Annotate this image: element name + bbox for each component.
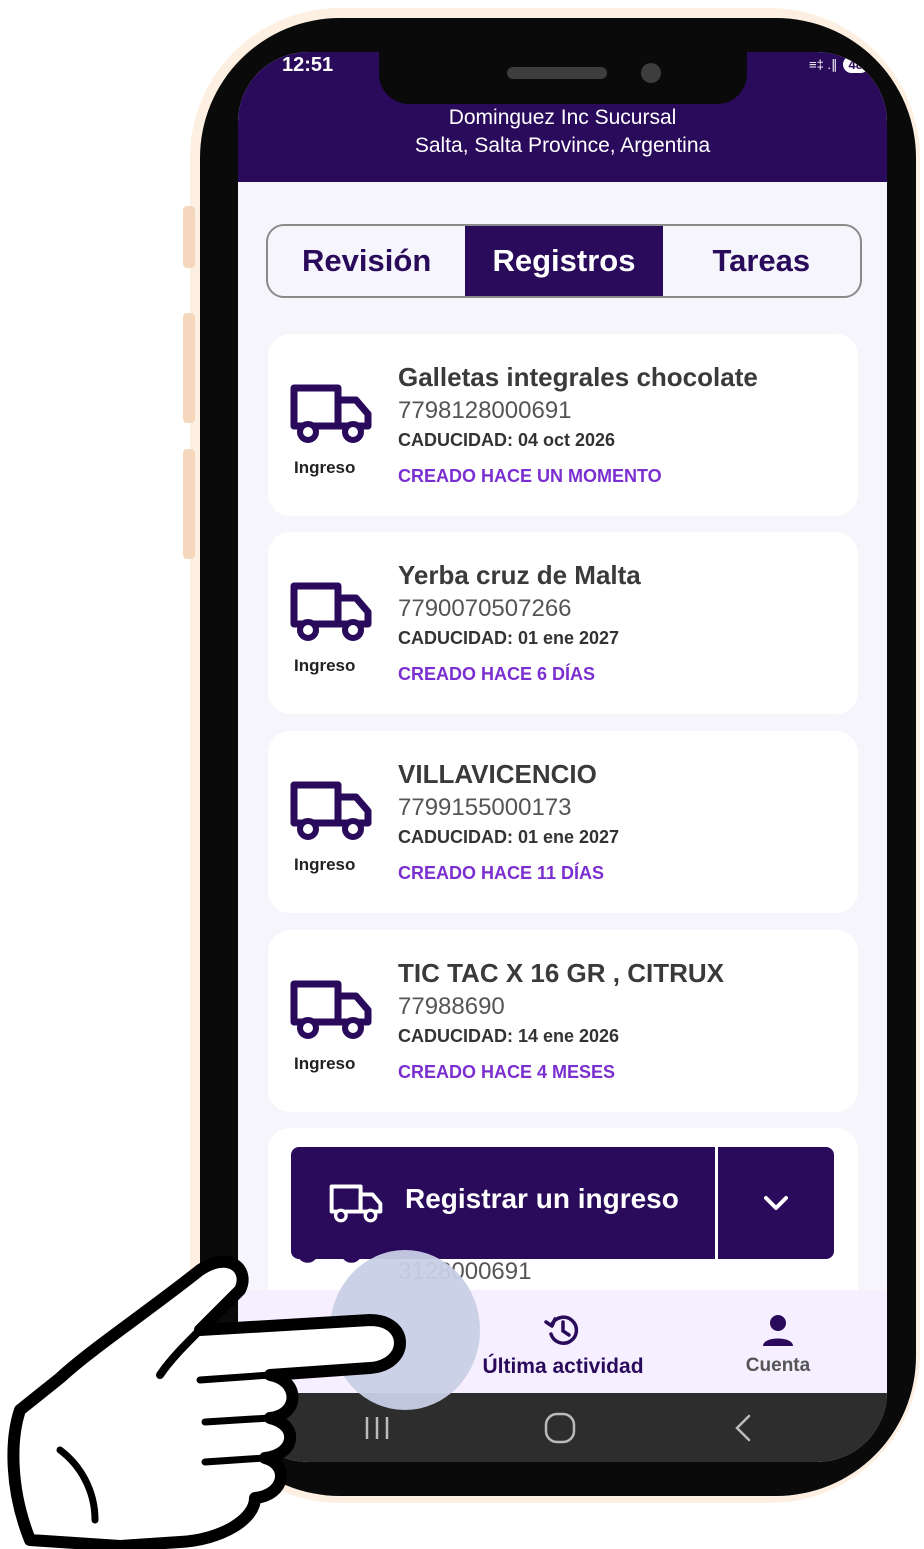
nav-cuenta[interactable]: Cuenta	[728, 1310, 828, 1377]
back-icon[interactable]	[732, 1413, 754, 1443]
record-type: Ingreso	[294, 1054, 356, 1073]
phone-side-button	[183, 313, 195, 423]
record-card[interactable]: Ingreso Galletas integrales chocolate 77…	[268, 334, 858, 516]
tab-revision[interactable]: Revisión	[268, 226, 465, 296]
store-location: Salta, Salta Province, Argentina	[414, 134, 711, 157]
register-options-dropdown[interactable]	[718, 1147, 834, 1259]
record-created: CREADO HACE 6 DÍAS	[398, 664, 596, 684]
home-icon[interactable]	[543, 1411, 577, 1445]
tab-tareas[interactable]: Tareas	[663, 226, 860, 296]
speaker-grille	[507, 67, 607, 79]
nav-label: Cuenta	[745, 1355, 811, 1376]
record-card[interactable]: Ingreso VILLAVICENCIO 7799155000173 CADU…	[268, 731, 858, 913]
record-type: Ingreso	[294, 855, 356, 874]
record-created: CREADO HACE 11 DÍAS	[398, 863, 605, 883]
record-name: Galletas integrales chocolate	[398, 362, 758, 392]
truck-icon	[290, 582, 372, 641]
nav-label: Última actividad	[482, 1355, 644, 1378]
pointing-hand-illustration	[7, 1255, 406, 1549]
record-created: CREADO HACE 4 MESES	[398, 1062, 616, 1082]
store-name: Dominguez Inc Sucursal	[448, 106, 677, 129]
system-status-icons: ≡‡ .∥ 48	[809, 56, 869, 73]
record-type: Ingreso	[294, 458, 356, 477]
record-name: VILLAVICENCIO	[398, 759, 597, 789]
app-header: 12:51 ≡‡ .∥ 48 Dominguez Inc Sucursal Sa…	[238, 52, 887, 182]
record-card[interactable]: Ingreso TIC TAC X 16 GR , CITRUX 7798869…	[268, 930, 858, 1112]
status-time: 12:51	[282, 54, 334, 76]
phone-side-button	[183, 449, 195, 559]
record-type: Ingreso	[294, 656, 356, 675]
record-barcode: 7799155000173	[398, 794, 572, 821]
chevron-down-icon	[764, 1196, 788, 1210]
record-expiry: CADUCIDAD: 01 ene 2027	[398, 628, 620, 648]
record-barcode: 7798128000691	[398, 397, 572, 424]
truck-icon	[290, 781, 372, 840]
person-icon	[763, 1315, 793, 1346]
register-entry-label: Registrar un ingreso	[405, 1183, 679, 1214]
truck-icon	[329, 1184, 383, 1223]
register-entry-split-button: Registrar un ingreso	[291, 1147, 834, 1259]
camera-notch	[379, 52, 747, 104]
record-card[interactable]: Ingreso Yerba cruz de Malta 779007050726…	[268, 532, 858, 714]
truck-icon	[290, 980, 372, 1039]
tab-registros[interactable]: Registros	[465, 226, 663, 296]
battery-icon: 48	[842, 56, 869, 73]
record-barcode: 7790070507266	[398, 595, 572, 622]
phone-side-button	[183, 206, 195, 268]
record-barcode: 77988690	[398, 993, 505, 1020]
truck-icon	[290, 384, 372, 443]
record-name: Yerba cruz de Malta	[398, 560, 641, 590]
segmented-tabs: Revisión Registros Tareas	[266, 224, 862, 298]
record-name: TIC TAC X 16 GR , CITRUX	[398, 958, 724, 988]
record-expiry: CADUCIDAD: 04 oct 2026	[398, 430, 616, 450]
record-created: CREADO HACE UN MOMENTO	[398, 466, 662, 486]
record-expiry: CADUCIDAD: 01 ene 2027	[398, 827, 620, 847]
front-camera	[641, 63, 661, 83]
signal-icon: ≡‡ .∥	[808, 56, 838, 72]
record-expiry: CADUCIDAD: 14 ene 2026	[398, 1026, 620, 1046]
nav-ultima-actividad[interactable]: Última actividad	[458, 1310, 668, 1379]
history-icon	[544, 1315, 579, 1345]
register-entry-button[interactable]: Registrar un ingreso	[291, 1147, 715, 1259]
